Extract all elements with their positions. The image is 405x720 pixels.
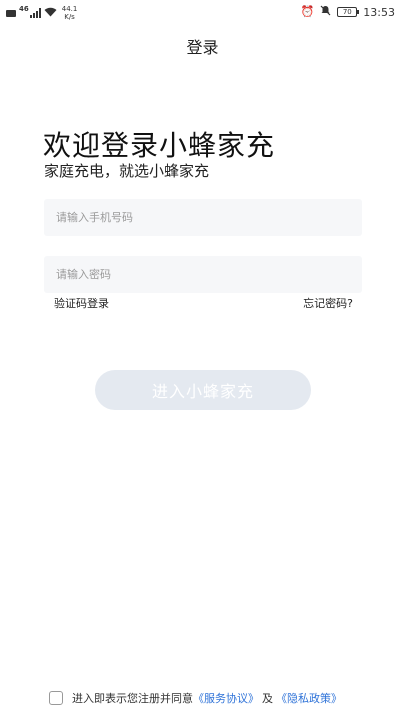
welcome-title: 欢迎登录小蜂家充 <box>43 129 276 162</box>
service-agreement-link[interactable]: 《服务协议》 <box>193 690 259 706</box>
wifi-icon <box>44 7 57 19</box>
network-type-label: 46 <box>19 5 29 13</box>
privacy-policy-link[interactable]: 《隐私政策》 <box>276 690 342 706</box>
status-left: 46 44.1 K/s <box>6 5 77 21</box>
network-speed-value: 44.1 <box>61 5 78 13</box>
password-input[interactable] <box>44 256 362 293</box>
sms-login-link[interactable]: 验证码登录 <box>54 295 109 311</box>
battery-icon: 70 <box>337 7 360 17</box>
page-title: 登录 <box>186 38 219 57</box>
welcome-subtitle: 家庭充电，就选小蜂家充 <box>44 162 210 180</box>
status-right: ⏰ 70 13:53 <box>301 5 395 19</box>
cellular-signal-icon <box>29 8 41 18</box>
mute-bell-icon <box>320 5 331 19</box>
sim-card-icon <box>6 9 16 17</box>
network-speed: 44.1 K/s <box>62 5 78 21</box>
alarm-icon: ⏰ <box>300 5 315 18</box>
status-bar: 46 44.1 K/s ⏰ 70 13:53 <box>0 0 405 24</box>
network-speed-unit: K/s <box>64 13 75 21</box>
status-time: 13:53 <box>363 5 395 19</box>
phone-input[interactable] <box>44 199 362 236</box>
login-button[interactable]: 进入小蜂家充 <box>95 370 311 410</box>
forgot-password-link[interactable]: 忘记密码? <box>303 295 353 311</box>
agreement-row: 进入即表示您注册并同意 《服务协议》 及 《隐私政策》 <box>49 690 342 706</box>
agreement-prefix: 进入即表示您注册并同意 <box>72 692 193 705</box>
agreement-and: 及 <box>262 692 273 705</box>
agreement-checkbox[interactable] <box>49 691 63 705</box>
